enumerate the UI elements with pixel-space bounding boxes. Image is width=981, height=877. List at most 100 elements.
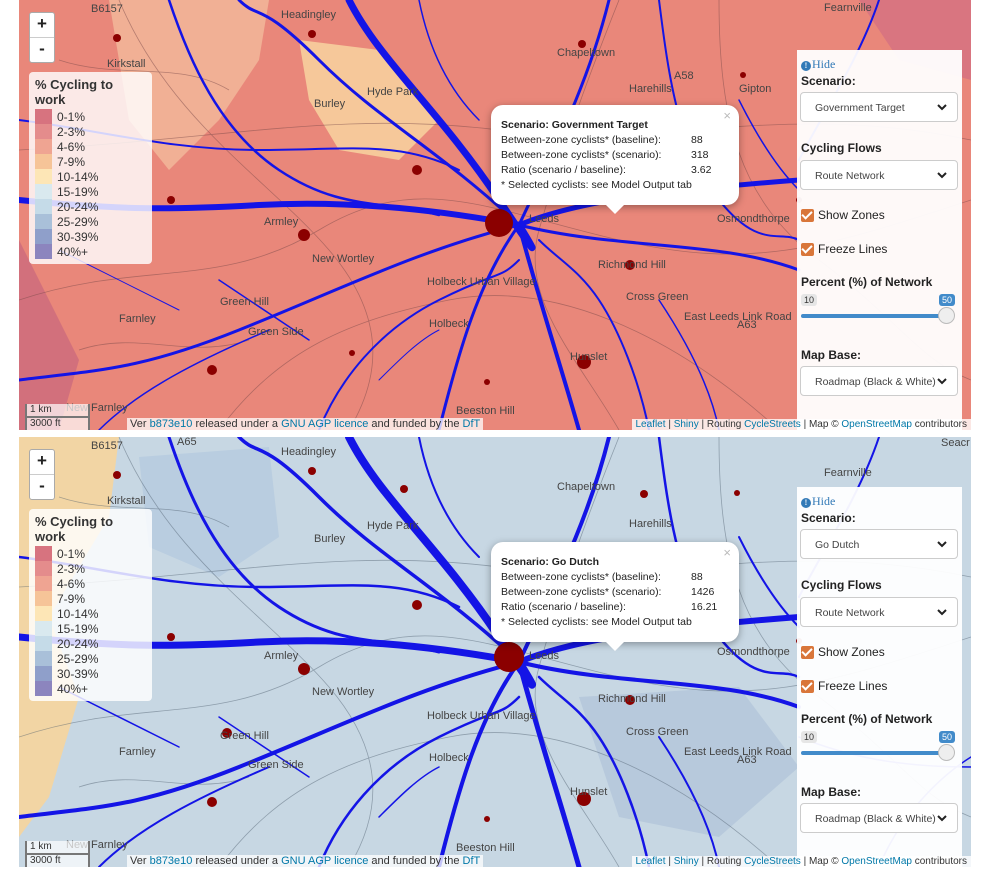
popup-tip [606,205,624,214]
popup-row-label: Between-zone cyclists* (scenario): [501,586,662,598]
shiny-link[interactable]: Shiny [674,856,699,867]
dft-link[interactable]: DfT [463,855,481,867]
legend-swatch [35,651,52,666]
control-panel: ! Hide Scenario: Go Dutch Cycling Flows R… [797,487,962,867]
cycling-flows-select[interactable]: Route Network [800,160,958,190]
cycling-flows-select[interactable]: Route Network [800,597,958,627]
hide-link[interactable]: ! Hide [801,57,835,72]
slider-track[interactable] [801,314,949,318]
cycling-flows-value: Route Network [815,607,885,619]
legend-label: 2-3% [57,561,86,576]
info-icon: ! [801,61,811,71]
dft-link[interactable]: DfT [463,418,481,430]
popup-row-ratio: Ratio (scenario / baseline): 16.21 [501,601,717,613]
place-label-holbeck-urban-village: Holbeck Urban Village [427,710,536,722]
attr-funded: and funded by the [371,418,460,430]
legend-swatch [35,244,52,259]
osm-link[interactable]: OpenStreetMap [841,419,912,430]
commit-link[interactable]: b873e10 [150,418,193,430]
legend-item: 15-19% [35,621,146,636]
place-label-kirkstall: Kirkstall [107,495,146,507]
place-label-gipton: Gipton [739,83,771,95]
legend-swatch [35,576,52,591]
percent-network-label: Percent (%) of Network [801,275,933,289]
leaflet-link[interactable]: Leaflet [636,419,666,430]
scenario-select[interactable]: Go Dutch [800,529,958,559]
scale-ft: 3000 ft [25,416,90,430]
licence-link[interactable]: GNU AGP licence [281,855,368,867]
map-base-select[interactable]: Roadmap (Black & White) [800,803,958,833]
slider-handle[interactable] [938,744,955,761]
centroid-marker-large [494,642,524,672]
place-label-chapeltown: Chapeltown [557,47,615,59]
cyclestreets-link[interactable]: CycleStreets [744,856,801,867]
legend-title: % Cycling to work [35,514,114,544]
centroid-marker [349,350,355,356]
osm-link[interactable]: OpenStreetMap [841,856,912,867]
percent-network-slider[interactable]: 10 50 [801,294,955,324]
legend-item: 4-6% [35,576,146,591]
place-label-beeston-hill: Beeston Hill [456,842,515,854]
zoom-in-button[interactable]: + [30,13,54,37]
popup-row-value: 3.62 [691,164,712,176]
freeze-lines-checkbox[interactable]: Freeze Lines [801,242,887,256]
commit-link[interactable]: b873e10 [150,855,193,867]
zoom-in-button[interactable]: + [30,450,54,474]
popup-close-icon[interactable]: × [723,545,731,560]
zone-popup: × Scenario: Government Target Between-zo… [491,105,739,214]
place-label-cross-green: Cross Green [626,291,688,303]
attr-routing: | Routing [701,856,742,867]
attr-contributors: contributors [914,856,967,867]
zoom-out-button[interactable]: - [30,474,54,499]
centroid-marker [412,600,422,610]
slider-track[interactable] [801,751,949,755]
place-label-osmondthorpe: Osmondthorpe [717,646,790,658]
hide-link[interactable]: ! Hide [801,494,835,509]
map-base-select[interactable]: Roadmap (Black & White) [800,366,958,396]
centroid-marker [298,229,310,241]
place-label-richmond-hill: Richmond Hill [598,259,666,271]
legend-label: 20-24% [57,636,99,651]
attr-sep: | [668,856,671,867]
scenario-select[interactable]: Government Target [800,92,958,122]
popup-close-icon[interactable]: × [723,108,731,123]
cyclestreets-link[interactable]: CycleStreets [744,419,801,430]
place-label-leeds: Leeds [529,213,559,225]
legend-swatch [35,229,52,244]
attr-funded: and funded by the [371,855,460,867]
shiny-link[interactable]: Shiny [674,419,699,430]
legend-item: 10-14% [35,169,146,184]
place-label-headingley: Headingley [281,446,337,458]
show-zones-checkbox[interactable]: Show Zones [801,645,885,659]
road-label-b6157: B6157 [91,3,123,15]
show-zones-checkbox[interactable]: Show Zones [801,208,885,222]
scenario-label: Scenario: [801,511,856,525]
legend-swatch [35,139,52,154]
scale-bar: 1 km 3000 ft [25,404,90,430]
centroid-marker [113,471,121,479]
centroid-marker-large [485,209,513,237]
percent-network-slider[interactable]: 10 50 [801,731,955,761]
popup-title: Scenario: Go Dutch [501,556,600,568]
map-attribution: Leaflet | Shiny | Routing CycleStreets |… [631,419,971,430]
legend-swatch [35,214,52,229]
legend-swatch [35,591,52,606]
freeze-lines-checkbox[interactable]: Freeze Lines [801,679,887,693]
legend-swatch [35,124,52,139]
zoom-out-button[interactable]: - [30,37,54,62]
legend-swatch [35,199,52,214]
map-panel-go-dutch[interactable]: B6157 A65 Headingley Kirkstall Burley Hy… [19,437,971,867]
slider-handle[interactable] [938,307,955,324]
cycling-flows-value: Route Network [815,170,885,182]
legend-label: 15-19% [57,184,99,199]
place-label-holbeck-urban-village: Holbeck Urban Village [427,276,536,288]
map-panel-government-target[interactable]: B6157 Headingley Kirkstall Burley Hyde P… [19,0,971,430]
show-zones-label: Show Zones [818,645,885,659]
leaflet-link[interactable]: Leaflet [636,856,666,867]
legend-item: 7-9% [35,591,146,606]
legend-label: 4-6% [57,139,86,154]
centroid-marker [308,30,316,38]
licence-link[interactable]: GNU AGP licence [281,418,368,430]
popup-row-scenario: Between-zone cyclists* (scenario): 1426 [501,586,716,598]
version-attribution: Ver b873e10 released under a GNU AGP lic… [127,418,484,430]
